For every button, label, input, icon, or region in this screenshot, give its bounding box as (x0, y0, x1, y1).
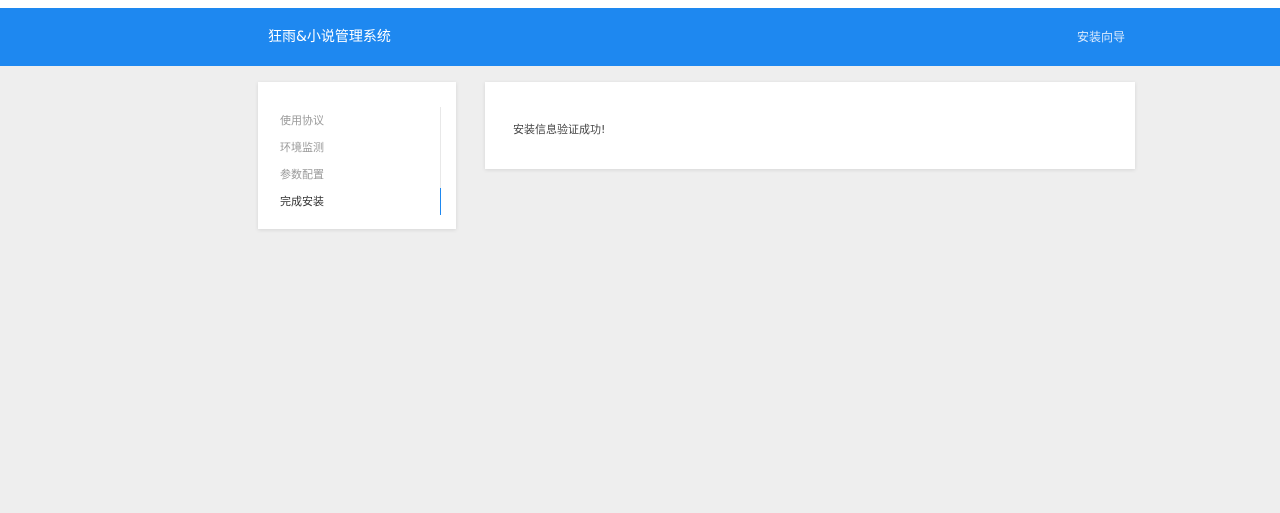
top-strip (0, 0, 1280, 8)
app-header: 狂雨&小说管理系统 安装向导 (0, 8, 1280, 66)
content-card: 安装信息验证成功! (485, 82, 1135, 169)
step-parameter-config[interactable]: 参数配置 (258, 161, 456, 188)
app-title: 狂雨&小说管理系统 (268, 29, 391, 45)
status-message: 安装信息验证成功! (513, 123, 606, 136)
step-environment-check[interactable]: 环境监测 (258, 134, 456, 161)
install-wizard-link[interactable]: 安装向导 (1077, 8, 1125, 66)
install-steps-list: 使用协议 环境监测 参数配置 完成安装 (258, 107, 456, 215)
install-steps-sidebar: 使用协议 环境监测 参数配置 完成安装 (258, 82, 456, 229)
step-user-agreement[interactable]: 使用协议 (258, 107, 456, 134)
step-finish-install[interactable]: 完成安装 (258, 188, 456, 215)
